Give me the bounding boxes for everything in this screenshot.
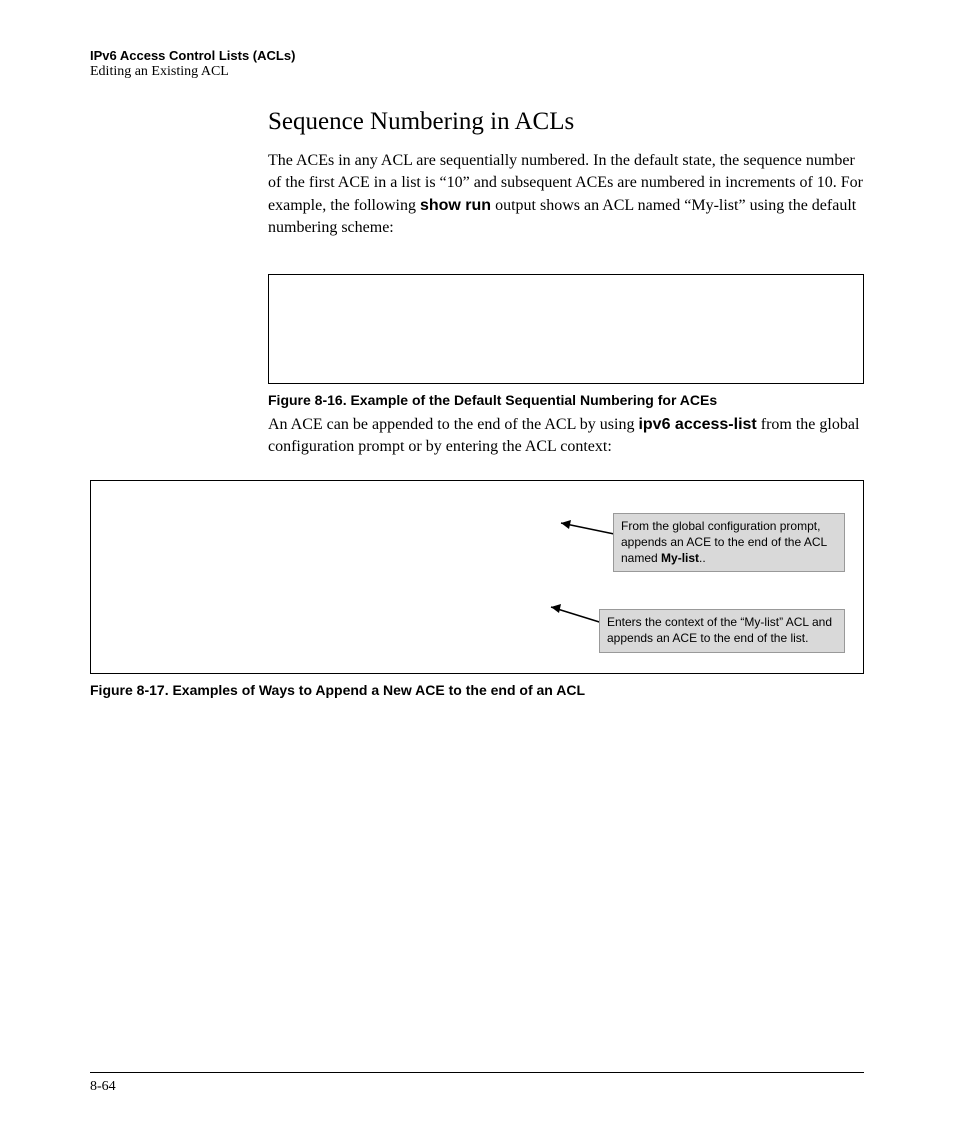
figure-17-box: From the global configuration prompt, ap… (90, 480, 864, 674)
figure-17-container: From the global configuration prompt, ap… (90, 480, 864, 698)
callout1-text-a: From the global configuration prompt, ap… (621, 519, 827, 564)
section-title-header: Editing an Existing ACL (90, 64, 864, 80)
section-heading: Sequence Numbering in ACLs (268, 108, 864, 136)
paragraph-1: The ACEs in any ACL are sequentially num… (268, 150, 864, 240)
page-header: IPv6 Access Control Lists (ACLs) Editing… (90, 48, 864, 80)
figure-17-caption: Figure 8-17. Examples of Ways to Append … (90, 682, 864, 698)
footer-rule (90, 1072, 864, 1073)
chapter-title: IPv6 Access Control Lists (ACLs) (90, 48, 864, 63)
arrow-icon (551, 517, 621, 547)
callout-1: From the global configuration prompt, ap… (613, 513, 845, 572)
figure-16-box (268, 274, 864, 384)
paragraph-2: An ACE can be appended to the end of the… (268, 414, 864, 459)
main-content: Sequence Numbering in ACLs The ACEs in a… (268, 108, 864, 458)
callout-2: Enters the context of the “My-list” ACL … (599, 609, 845, 652)
callout1-text-b: .. (699, 551, 706, 565)
figure-16-caption: Figure 8-16. Example of the Default Sequ… (268, 392, 864, 408)
callout1-bold: My-list (661, 551, 699, 565)
para1-bold: show run (420, 197, 491, 214)
para2-text-a: An ACE can be appended to the end of the… (268, 416, 638, 433)
page-number: 8-64 (90, 1079, 864, 1095)
para2-bold: ipv6 access-list (638, 416, 756, 433)
page-footer: 8-64 (90, 1072, 864, 1095)
